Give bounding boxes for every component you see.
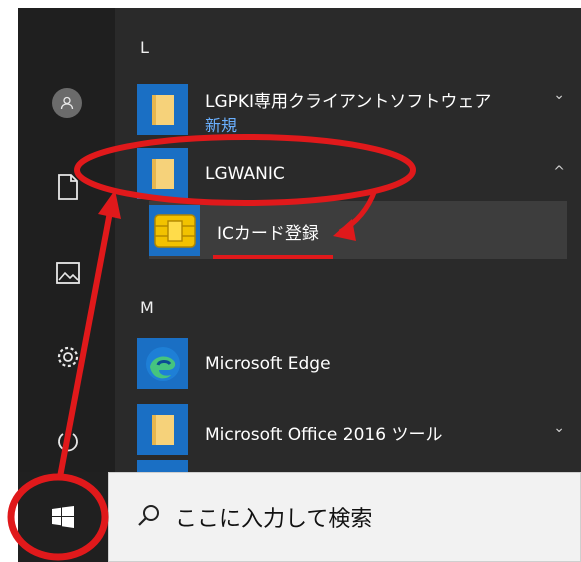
app-label: Microsoft Edge	[205, 354, 331, 374]
app-label: LGWANIC	[205, 164, 285, 184]
app-item-ic-card-register[interactable]: ICカード登録	[149, 201, 567, 259]
search-placeholder: ここに入力して検索	[175, 507, 373, 532]
folder-icon	[137, 404, 188, 455]
app-item-edge[interactable]: Microsoft Edge	[115, 334, 581, 392]
edge-icon	[137, 338, 188, 389]
search-icon	[137, 503, 161, 531]
app-item-lgwanic[interactable]: LGWANIC ^	[115, 144, 581, 202]
app-label: LGPKI専用クライアントソフトウェア	[205, 92, 492, 112]
chevron-up-icon[interactable]: ^	[553, 164, 565, 180]
app-label: Microsoft Office 2016 ツール	[205, 425, 443, 445]
chevron-down-icon[interactable]: ⌄	[553, 420, 565, 436]
start-menu-screen: L LGPKI専用クライアントソフトウェア 新規 ⌄ LGWANIC ^ ICカ…	[18, 8, 581, 562]
app-list: L LGPKI専用クライアントソフトウェア 新規 ⌄ LGWANIC ^ ICカ…	[115, 8, 581, 472]
app-label: ICカード登録	[217, 224, 319, 244]
folder-icon	[137, 148, 188, 199]
power-icon[interactable]	[49, 422, 87, 460]
taskbar-search-box[interactable]: ここに入力して検索	[108, 472, 581, 562]
windows-start-icon[interactable]	[18, 472, 108, 562]
section-header-m[interactable]: M	[140, 298, 154, 317]
partial-app-tile	[137, 460, 188, 472]
start-rail	[18, 8, 115, 472]
document-icon[interactable]	[49, 168, 87, 206]
app-item-lgpki[interactable]: LGPKI専用クライアントソフトウェア 新規 ⌄	[115, 80, 581, 138]
smartcard-chip-icon	[149, 205, 200, 256]
settings-icon[interactable]	[49, 338, 87, 376]
section-header-l[interactable]: L	[140, 38, 149, 57]
folder-icon	[137, 84, 188, 135]
chevron-down-icon[interactable]: ⌄	[553, 87, 565, 103]
pictures-icon[interactable]	[49, 254, 87, 292]
app-item-office-tools[interactable]: Microsoft Office 2016 ツール ⌄	[115, 400, 581, 458]
user-icon[interactable]	[52, 88, 82, 118]
new-badge: 新規	[205, 116, 238, 135]
taskbar: ここに入力して検索	[18, 472, 581, 562]
